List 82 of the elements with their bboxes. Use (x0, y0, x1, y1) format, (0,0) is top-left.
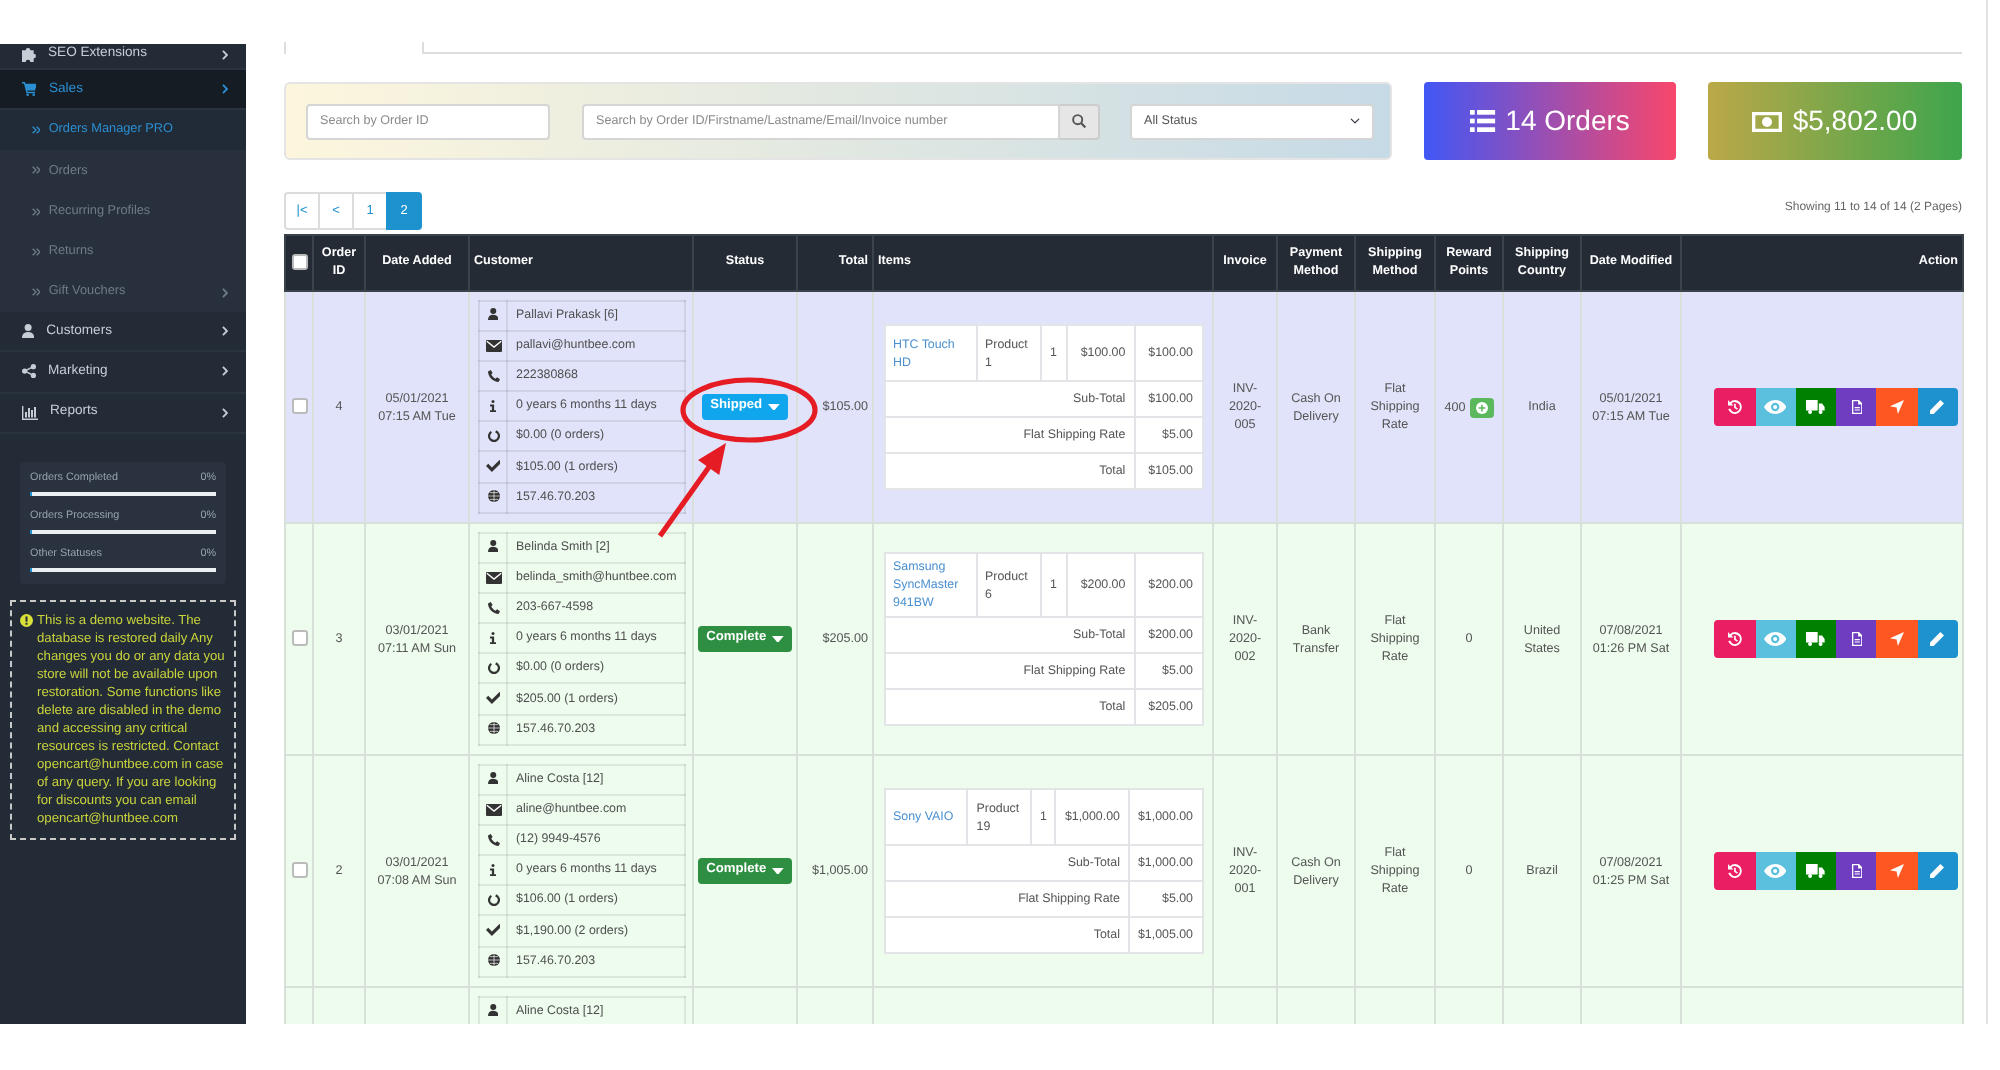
info-icon (490, 863, 496, 876)
caret-icon (772, 867, 784, 875)
file-icon (1851, 400, 1862, 414)
ring-icon (487, 893, 499, 906)
invoice-button[interactable] (1836, 388, 1877, 426)
shipping-button[interactable] (1795, 388, 1837, 426)
ring-icon (487, 429, 499, 442)
eye-icon (1764, 400, 1787, 414)
annotation-arrow (657, 443, 726, 538)
select-all-checkbox[interactable] (291, 254, 307, 271)
add-reward-points-button[interactable] (1469, 397, 1494, 417)
invoice-button[interactable] (1836, 852, 1877, 890)
row-checkbox[interactable] (291, 862, 307, 879)
shipping-button[interactable] (1795, 620, 1837, 658)
history-button[interactable] (1714, 620, 1756, 658)
pencil-icon (1930, 864, 1945, 878)
eye-icon (1764, 632, 1787, 646)
list-icon (1470, 110, 1496, 132)
exclamation-circle-icon (20, 614, 33, 628)
user-icon (487, 772, 499, 785)
phone-icon (487, 833, 499, 846)
truck-icon (1806, 400, 1826, 414)
globe-icon (487, 489, 499, 502)
truck-icon (1806, 632, 1826, 646)
info-icon (490, 399, 496, 412)
history-button[interactable] (1714, 388, 1756, 426)
search-icon (1072, 114, 1086, 128)
share-icon (22, 364, 36, 379)
invoice-button[interactable] (1836, 620, 1877, 658)
globe-icon (487, 721, 499, 734)
history-icon (1727, 864, 1742, 878)
orders-count-text: 14 Orders (1505, 102, 1630, 140)
view-button[interactable] (1755, 388, 1796, 426)
envelope-icon (485, 339, 501, 351)
revenue-total-text: $5,802.00 (1792, 102, 1918, 140)
check-icon (485, 923, 501, 936)
double-chevron-icon (32, 166, 41, 175)
user-icon (487, 540, 499, 553)
double-chevron-icon (32, 288, 41, 297)
user-icon (487, 308, 499, 321)
phone-icon (487, 369, 499, 382)
puzzle-icon (22, 47, 36, 62)
pencil-icon (1930, 632, 1945, 646)
navigation-arrow-icon (1890, 632, 1905, 646)
caret-icon (772, 635, 784, 643)
info-icon (490, 631, 496, 644)
view-button[interactable] (1755, 620, 1796, 658)
view-button[interactable] (1755, 852, 1796, 890)
pencil-icon (1930, 400, 1945, 414)
double-chevron-icon (32, 247, 41, 256)
history-icon (1727, 400, 1742, 414)
bar-chart-icon (22, 405, 38, 420)
row-checkbox[interactable] (291, 630, 307, 647)
caret-icon (768, 403, 780, 411)
user-icon (22, 324, 35, 339)
user-icon (487, 1004, 499, 1017)
edit-button[interactable] (1917, 852, 1958, 890)
plus-circle-icon (1475, 401, 1488, 413)
phone-icon (487, 601, 499, 614)
history-button[interactable] (1714, 852, 1756, 890)
history-icon (1727, 632, 1742, 646)
ring-icon (487, 661, 499, 674)
check-icon (485, 459, 501, 472)
row-checkbox[interactable] (291, 398, 307, 415)
file-icon (1851, 632, 1862, 646)
banknote-icon (1752, 111, 1783, 131)
edit-button[interactable] (1917, 620, 1958, 658)
navigation-arrow-icon (1890, 864, 1905, 878)
envelope-icon (485, 571, 501, 583)
shipping-button[interactable] (1795, 852, 1837, 890)
navigation-arrow-icon (1890, 400, 1905, 414)
file-icon (1851, 864, 1862, 878)
check-icon (485, 691, 501, 704)
cart-icon (22, 82, 37, 97)
edit-button[interactable] (1917, 388, 1958, 426)
truck-icon (1806, 864, 1826, 878)
double-chevron-icon (32, 126, 41, 135)
search-button[interactable] (1060, 103, 1100, 139)
globe-icon (487, 953, 499, 966)
eye-icon (1764, 864, 1787, 878)
double-chevron-icon (32, 207, 41, 216)
envelope-icon (485, 803, 501, 815)
